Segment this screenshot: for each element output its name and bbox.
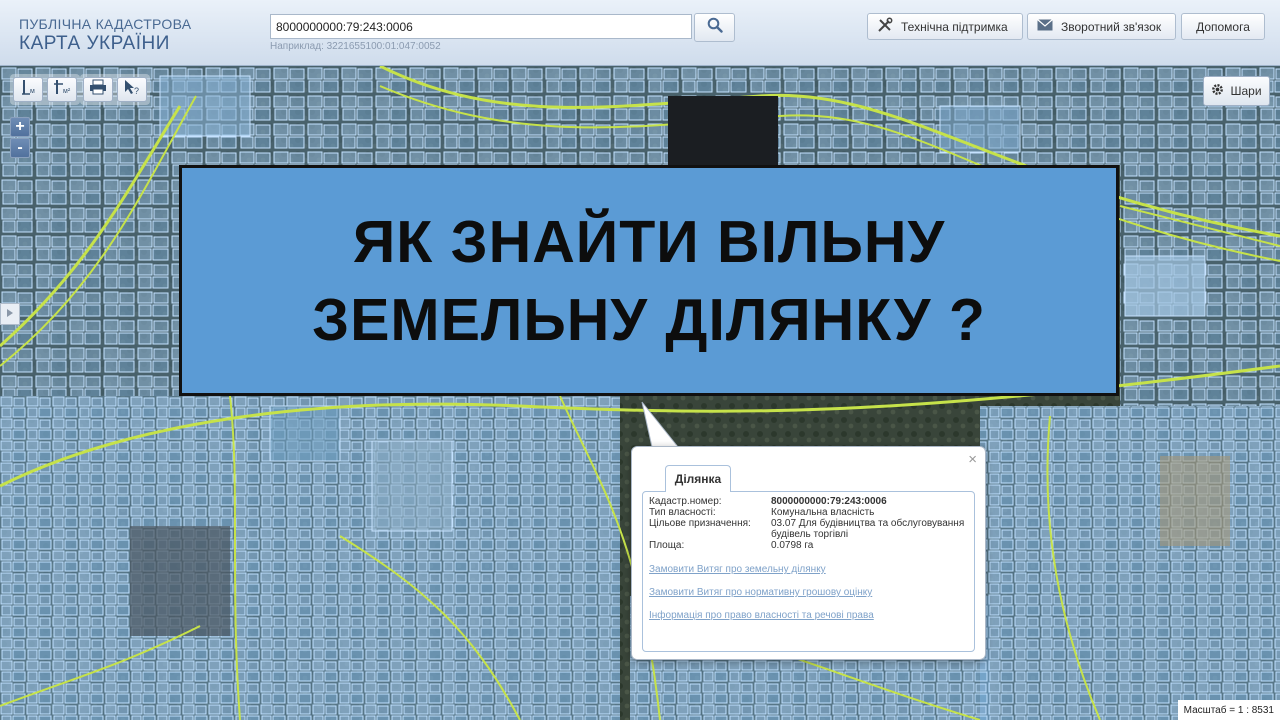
info-value: 03.07 Для будівництва та обслуговування …	[771, 518, 965, 540]
search-button[interactable]	[694, 13, 735, 42]
cadastral-search-input[interactable]	[270, 14, 692, 39]
print-button[interactable]	[83, 77, 113, 102]
cursor-question-icon: ?	[122, 78, 142, 101]
info-row-area: Площа: 0.0798 га	[649, 540, 968, 551]
area-ruler-icon: м²	[52, 78, 72, 101]
info-cursor-button[interactable]: ?	[117, 77, 147, 102]
gear-icon	[1211, 83, 1224, 99]
envelope-icon	[1037, 19, 1053, 34]
measure-area-button[interactable]: м²	[47, 77, 77, 102]
tools-icon	[877, 17, 893, 36]
help-button[interactable]: Допомога	[1181, 13, 1265, 40]
tab-parcel[interactable]: Ділянка	[665, 465, 731, 492]
cadastral-map[interactable]: м м² ? + - Шари ЯК ЗНАЙТИ ВІЛЬНУ ЗЕМЕЛЬН…	[0, 66, 1280, 720]
tech-support-label: Технічна підтримка	[901, 19, 1008, 34]
banner-line-1: ЯК ЗНАЙТИ ВІЛЬНУ	[352, 208, 946, 275]
info-row-cadastral-number: Кадастр.номер: 8000000000:79:243:0006	[649, 496, 968, 507]
help-label: Допомога	[1196, 19, 1250, 34]
parcel-info-body: Кадастр.номер: 8000000000:79:243:0006 Ти…	[642, 491, 975, 652]
zoom-out-button[interactable]: -	[10, 138, 30, 158]
close-icon[interactable]: ×	[968, 451, 977, 468]
order-valuation-extract-link[interactable]: Замовити Витяг про нормативну грошову оц…	[649, 587, 968, 598]
app-header: ПУБЛІЧНА КАДАСТРОВА КАРТА УКРАЇНИ Наприк…	[0, 0, 1280, 66]
info-value: 0.0798 га	[771, 540, 814, 551]
title-banner: ЯК ЗНАЙТИ ВІЛЬНУ ЗЕМЕЛЬНУ ДІЛЯНКУ ?	[179, 165, 1119, 396]
ownership-info-link[interactable]: Інформація про право власності та речові…	[649, 610, 968, 621]
order-parcel-extract-link[interactable]: Замовити Витяг про земельну ділянку	[649, 564, 968, 575]
printer-icon	[89, 79, 107, 100]
search-icon	[707, 17, 723, 38]
print-info-tools: ?	[80, 74, 150, 105]
svg-text:м: м	[30, 88, 35, 95]
zoom-in-button[interactable]: +	[10, 117, 30, 137]
logo-title: КАРТА УКРАЇНИ	[19, 33, 170, 54]
info-value: 8000000000:79:243:0006	[771, 496, 887, 507]
info-label: Тип власності:	[649, 507, 716, 518]
info-row-purpose: Цільове призначення: 03.07 Для будівницт…	[649, 518, 968, 540]
measure-distance-button[interactable]: м	[13, 77, 43, 102]
search-hint: Наприклад: 3221655100:01:047:0052	[270, 41, 441, 52]
feedback-label: Зворотний зв'язок	[1061, 19, 1162, 34]
info-row-ownership-type: Тип власності: Комунальна власність	[649, 507, 968, 518]
svg-text:?: ?	[134, 86, 139, 96]
sidebar-toggle[interactable]	[0, 303, 20, 325]
logo-subtitle: ПУБЛІЧНА КАДАСТРОВА	[19, 16, 192, 32]
map-scale: Масштаб = 1 : 8531	[1177, 700, 1280, 720]
info-label: Площа:	[649, 540, 685, 551]
measure-tools: м м²	[10, 74, 80, 105]
play-arrow-icon	[6, 305, 14, 323]
info-label: Цільове призначення:	[649, 518, 751, 529]
info-value: Комунальна власність	[771, 507, 875, 518]
feedback-button[interactable]: Зворотний зв'язок	[1027, 13, 1176, 40]
layers-label: Шари	[1230, 84, 1262, 98]
info-label: Кадастр.номер:	[649, 496, 722, 507]
layers-button[interactable]: Шари	[1203, 76, 1270, 106]
svg-text:м²: м²	[63, 88, 71, 95]
parcel-info-popup: × Ділянка Кадастр.номер: 8000000000:79:2…	[631, 446, 986, 660]
ruler-icon: м	[18, 78, 38, 101]
banner-line-2: ЗЕМЕЛЬНУ ДІЛЯНКУ ?	[312, 286, 986, 353]
tech-support-button[interactable]: Технічна підтримка	[867, 13, 1023, 40]
